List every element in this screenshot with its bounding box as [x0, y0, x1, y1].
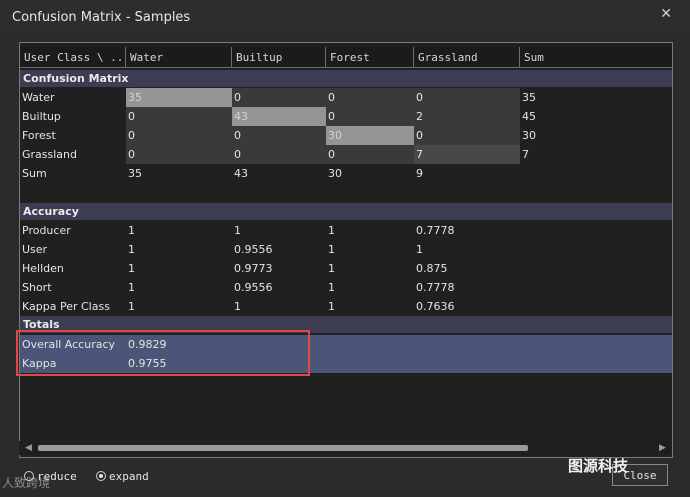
table-cell: 9	[416, 167, 423, 180]
table-cell: 1	[128, 281, 135, 294]
row-label: Grassland	[22, 148, 77, 161]
scroll-left-icon[interactable]: ◀	[25, 443, 32, 453]
horizontal-scrollbar[interactable]: ◀ ▶	[19, 441, 671, 455]
table-row: Water 35 0 0 0 35	[20, 88, 672, 107]
table-cell: 43	[232, 107, 326, 126]
table-cell: 45	[522, 110, 536, 123]
table-cell: 0	[326, 107, 414, 126]
table-cell: 1	[328, 300, 335, 313]
table-cell: 0	[232, 88, 326, 107]
row-label: Short	[22, 281, 52, 294]
table-cell: 1	[234, 224, 241, 237]
table-cell: 1	[328, 281, 335, 294]
table-cell: 0.7778	[416, 224, 455, 237]
table-cell: 0.7778	[416, 281, 455, 294]
table-cell: 7	[414, 145, 520, 164]
table-cell: 0	[414, 126, 520, 145]
table-cell: 35	[522, 91, 536, 104]
column-header-forest[interactable]: Forest	[326, 47, 414, 68]
column-header-grassland[interactable]: Grassland	[414, 47, 520, 68]
column-header-sum[interactable]: Sum	[520, 47, 672, 68]
table-row: Builtup 0 43 0 2 45	[20, 107, 672, 126]
table-cell: 1	[328, 224, 335, 237]
row-label: Producer	[22, 224, 71, 237]
table-cell: 1	[128, 243, 135, 256]
close-icon[interactable]: ✕	[660, 6, 672, 22]
radio-checked-icon[interactable]	[96, 471, 106, 481]
row-label: Kappa Per Class	[22, 300, 110, 313]
table-cell: 0	[232, 126, 326, 145]
row-label: User	[22, 243, 48, 256]
table-cell: 1	[328, 243, 335, 256]
scroll-right-icon[interactable]: ▶	[659, 443, 666, 453]
row-label: Water	[22, 91, 55, 104]
table-cell: 1	[234, 300, 241, 313]
expand-radio[interactable]: expand	[96, 470, 149, 484]
table-row: Hellden 1 0.9773 1 0.875	[20, 259, 672, 278]
table-cell: 30	[328, 167, 342, 180]
table-cell: 0	[232, 145, 326, 164]
table-cell: 1	[128, 224, 135, 237]
section-accuracy: Accuracy	[20, 203, 672, 220]
table-cell: 1	[128, 300, 135, 313]
table-cell: 0	[126, 126, 232, 145]
table-cell: 35	[128, 167, 142, 180]
table-cell: 0	[126, 145, 232, 164]
table-cell	[520, 164, 574, 183]
column-header-water[interactable]: Water	[126, 47, 232, 68]
table-cell: 0.9773	[234, 262, 273, 275]
table-row: Short 1 0.9556 1 0.7778	[20, 278, 672, 297]
table-cell: 30	[326, 126, 414, 145]
scrollbar-thumb[interactable]	[38, 445, 528, 451]
table-cell: 0	[326, 145, 414, 164]
confusion-matrix-grid: User Class \ ... Water Builtup Forest Gr…	[19, 42, 673, 458]
table-cell: 2	[414, 107, 520, 126]
title-bar: Confusion Matrix - Samples ✕	[0, 0, 690, 34]
expand-label: expand	[109, 470, 149, 483]
table-cell: 1	[416, 243, 423, 256]
table-cell: 0.7636	[416, 300, 455, 313]
table-row: Grassland 0 0 0 7 7	[20, 145, 672, 164]
column-header-user-class[interactable]: User Class \ ...	[20, 47, 126, 68]
table-cell: 0	[414, 88, 520, 107]
table-row: Kappa Per Class 1 1 1 0.7636	[20, 297, 672, 316]
table-cell: 1	[128, 262, 135, 275]
table-cell: 0	[326, 88, 414, 107]
row-label: Builtup	[22, 110, 61, 123]
table-cell: 30	[522, 129, 536, 142]
table-row: Producer 1 1 1 0.7778	[20, 221, 672, 240]
watermark-right: 图源科技	[568, 457, 629, 475]
table-cell: 35	[126, 88, 232, 107]
table-cell: 0.9556	[234, 281, 273, 294]
window-title: Confusion Matrix - Samples	[12, 10, 191, 25]
column-header-builtup[interactable]: Builtup	[232, 47, 326, 68]
section-confusion-matrix: Confusion Matrix	[20, 70, 672, 87]
table-cell: 0	[126, 107, 232, 126]
table-cell: 1	[328, 262, 335, 275]
totals-highlight-box	[16, 330, 310, 376]
table-cell: 43	[234, 167, 248, 180]
watermark-left: 人致跨境	[2, 476, 51, 490]
table-cell: 7	[522, 148, 529, 161]
table-row: User 1 0.9556 1 1	[20, 240, 672, 259]
table-row: Forest 0 0 30 0 30	[20, 126, 672, 145]
table-cell: 0.875	[416, 262, 448, 275]
row-label: Sum	[22, 167, 47, 180]
row-label: Hellden	[22, 262, 64, 275]
table-row: Sum 35 43 30 9	[20, 164, 672, 183]
table-cell: 0.9556	[234, 243, 273, 256]
row-label: Forest	[22, 129, 56, 142]
